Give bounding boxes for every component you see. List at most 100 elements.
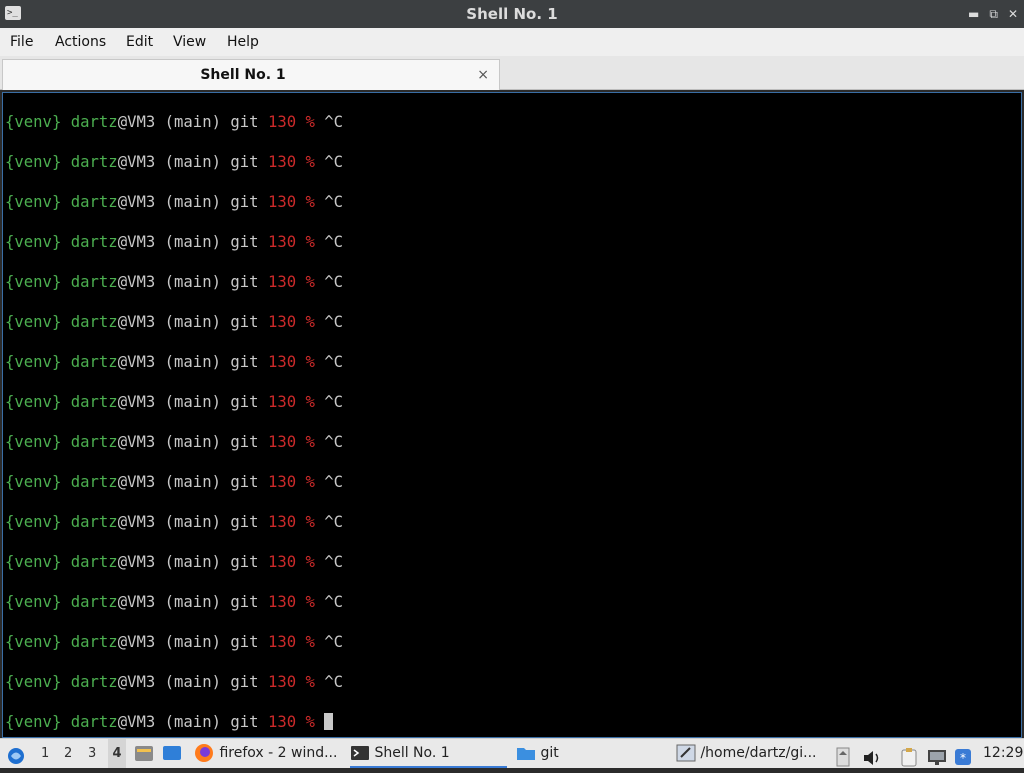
prompt-branch: (main) bbox=[164, 353, 221, 371]
venv-indicator: {venv} bbox=[5, 433, 62, 451]
prompt-dir: git bbox=[230, 633, 259, 651]
exit-status: 130 bbox=[267, 473, 297, 491]
prompt-user: dartz bbox=[70, 393, 118, 411]
start-menu-icon[interactable] bbox=[6, 742, 26, 771]
tab-close-icon[interactable]: × bbox=[477, 60, 489, 90]
tab-shell-no-1[interactable]: Shell No. 1 × bbox=[2, 59, 500, 90]
folder-icon bbox=[517, 748, 535, 760]
task-editor-label: /home/dartz/gi... bbox=[700, 745, 817, 761]
history-line: {venv} dartz@VM3 (main) git 130 % ^C bbox=[5, 272, 343, 292]
task-firefox-label: firefox - 2 wind... bbox=[219, 745, 338, 761]
exit-status: 130 bbox=[267, 713, 297, 731]
command-input: ^C bbox=[324, 193, 344, 211]
close-icon[interactable]: ✕ bbox=[1008, 7, 1018, 21]
prompt-branch: (main) bbox=[164, 553, 221, 571]
taskbar: 1 2 3 4 firefox - 2 wind... Shell No. 1 … bbox=[0, 738, 1024, 768]
menu-edit[interactable]: Edit bbox=[126, 28, 153, 56]
command-input: ^C bbox=[324, 233, 344, 251]
prompt-host: @VM3 bbox=[117, 313, 156, 331]
prompt-user: dartz bbox=[70, 593, 118, 611]
venv-indicator: {venv} bbox=[5, 353, 62, 371]
prompt-symbol: % bbox=[305, 153, 315, 171]
menu-file[interactable]: File bbox=[10, 28, 33, 56]
command-input: ^C bbox=[324, 633, 344, 651]
terminal-output[interactable]: {venv} dartz@VM3 (main) git 130 % ^C {ven… bbox=[2, 92, 1022, 738]
venv-indicator: {venv} bbox=[5, 273, 62, 291]
prompt-user: dartz bbox=[70, 513, 118, 531]
venv-indicator: {venv} bbox=[5, 193, 62, 211]
prompt-host: @VM3 bbox=[117, 513, 156, 531]
workspace-2[interactable]: 2 bbox=[64, 739, 72, 768]
history-line: {venv} dartz@VM3 (main) git 130 % ^C bbox=[5, 112, 343, 132]
menu-actions[interactable]: Actions bbox=[55, 28, 106, 56]
history-line: {venv} dartz@VM3 (main) git 130 % ^C bbox=[5, 552, 343, 572]
prompt-dir: git bbox=[230, 713, 259, 731]
history-line: {venv} dartz@VM3 (main) git 130 % ^C bbox=[5, 512, 343, 532]
show-desktop-icon[interactable] bbox=[162, 739, 182, 768]
prompt-dir: git bbox=[230, 313, 259, 331]
prompt-host: @VM3 bbox=[117, 633, 156, 651]
clock[interactable]: 12:29 bbox=[983, 739, 1023, 768]
prompt-dir: git bbox=[230, 153, 259, 171]
prompt-host: @VM3 bbox=[117, 193, 156, 211]
task-shell[interactable]: Shell No. 1 bbox=[350, 739, 507, 768]
task-git-folder[interactable]: git bbox=[516, 739, 666, 768]
history-line: {venv} dartz@VM3 (main) git 130 % ^C bbox=[5, 152, 343, 172]
history-line: {venv} dartz@VM3 (main) git 130 % ^C bbox=[5, 632, 343, 652]
minimize-icon[interactable]: ▬ bbox=[968, 7, 979, 21]
exit-status: 130 bbox=[267, 313, 297, 331]
venv-indicator: {venv} bbox=[5, 313, 62, 331]
prompt-branch: (main) bbox=[164, 593, 221, 611]
prompt-host: @VM3 bbox=[117, 673, 156, 691]
task-editor[interactable]: /home/dartz/gi... bbox=[676, 739, 826, 768]
history-line: {venv} dartz@VM3 (main) git 130 % ^C bbox=[5, 232, 343, 252]
prompt-symbol: % bbox=[305, 313, 315, 331]
workspace-3[interactable]: 3 bbox=[88, 739, 96, 768]
command-input: ^C bbox=[324, 393, 344, 411]
prompt-user: dartz bbox=[70, 473, 118, 491]
command-input: ^C bbox=[324, 473, 344, 491]
exit-status: 130 bbox=[267, 113, 297, 131]
workspace-1[interactable]: 1 bbox=[41, 739, 49, 768]
prompt-user: dartz bbox=[70, 153, 118, 171]
prompt-symbol: % bbox=[305, 113, 315, 131]
prompt-host: @VM3 bbox=[117, 113, 156, 131]
exit-status: 130 bbox=[267, 273, 297, 291]
prompt-host: @VM3 bbox=[117, 553, 156, 571]
prompt-dir: git bbox=[230, 233, 259, 251]
window-titlebar[interactable]: >_ Shell No. 1 ▬ ⧉ ✕ bbox=[0, 0, 1024, 28]
task-shell-label: Shell No. 1 bbox=[374, 745, 450, 761]
menu-view[interactable]: View bbox=[173, 28, 206, 56]
prompt-dir: git bbox=[230, 273, 259, 291]
prompt-user: dartz bbox=[70, 713, 118, 731]
restore-icon[interactable]: ⧉ bbox=[989, 7, 998, 22]
text-editor-icon bbox=[676, 744, 696, 762]
venv-indicator: {venv} bbox=[5, 713, 62, 731]
file-manager-launcher-icon[interactable] bbox=[134, 739, 154, 768]
prompt-dir: git bbox=[230, 193, 259, 211]
volume-icon[interactable] bbox=[862, 744, 882, 773]
prompt-host: @VM3 bbox=[117, 353, 156, 371]
prompt-branch: (main) bbox=[164, 313, 221, 331]
workspace-4[interactable]: 4 bbox=[108, 739, 126, 768]
prompt-host: @VM3 bbox=[117, 233, 156, 251]
text-cursor bbox=[324, 713, 334, 730]
command-input: ^C bbox=[324, 313, 344, 331]
prompt-symbol: % bbox=[305, 553, 315, 571]
command-input: ^C bbox=[324, 113, 344, 131]
menu-help[interactable]: Help bbox=[227, 28, 259, 56]
prompt-dir: git bbox=[230, 673, 259, 691]
prompt-host: @VM3 bbox=[117, 713, 156, 731]
exit-status: 130 bbox=[267, 673, 297, 691]
task-firefox[interactable]: firefox - 2 wind... bbox=[193, 739, 343, 768]
history-line: {venv} dartz@VM3 (main) git 130 % ^C bbox=[5, 592, 343, 612]
venv-indicator: {venv} bbox=[5, 633, 62, 651]
prompt-symbol: % bbox=[305, 633, 315, 651]
prompt-branch: (main) bbox=[164, 633, 221, 651]
exit-status: 130 bbox=[267, 513, 297, 531]
history-line: {venv} dartz@VM3 (main) git 130 % ^C bbox=[5, 192, 343, 212]
prompt-branch: (main) bbox=[164, 113, 221, 131]
prompt-symbol: % bbox=[305, 473, 315, 491]
prompt-host: @VM3 bbox=[117, 273, 156, 291]
exit-status: 130 bbox=[267, 233, 297, 251]
